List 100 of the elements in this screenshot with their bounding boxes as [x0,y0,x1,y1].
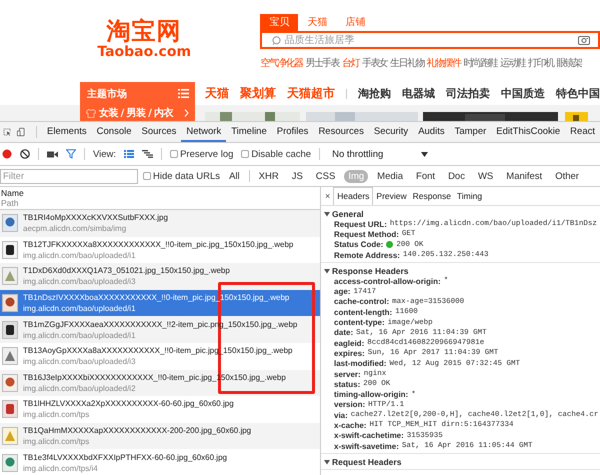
column-header[interactable]: Path [1,198,320,208]
request-row[interactable]: TB1lHHZLVXXXXa2XpXXXXXXXXXX-60-60.jpg_60x60.jpg img.alicdn.com/tps [0,396,320,423]
search-tab[interactable]: 店铺 [336,14,374,31]
devtools-tab[interactable]: Resources [313,122,369,142]
header-name: x-swift-savetime: [334,442,399,451]
search-tab[interactable]: 天猫 [298,14,336,31]
nav-link[interactable]: 淘抢购 [358,86,391,101]
devtools-tab[interactable]: Timeline [226,122,272,142]
logo-title: 淘宝网 [106,18,182,44]
request-path: img.alicdn.com/bao/uploaded/i3 [23,276,137,288]
nav-link[interactable]: 中国质造 [501,86,545,101]
request-row[interactable]: TB1RI4oMpXXXXcKXVXXSutbFXXX.jpg aecpm.alicdn.com/simba/img [0,210,320,237]
section-title[interactable]: General [332,208,364,218]
detail-tab[interactable]: Response [410,188,454,204]
throttling-dropdown[interactable]: No throttling [328,148,432,160]
logo-domain: Taobao.com [97,44,192,60]
column-header[interactable]: Name [1,188,320,198]
header-name: server: [334,370,361,378]
hot-search-link[interactable]: 生日礼物 [390,58,424,70]
clear-icon[interactable] [20,149,30,159]
header-name: x-cache: [334,420,366,430]
header-name: Request Method: [334,230,399,239]
detail-tab[interactable]: Preview [373,188,410,204]
type-filter-button[interactable]: Font [412,170,440,182]
disable-cache-checkbox[interactable]: Disable cache [241,148,312,160]
type-filter-button[interactable]: Other [551,170,583,182]
shirt-icon [86,108,96,118]
header-name: via: [334,410,348,420]
request-row[interactable]: TB1QaHmMXXXXXapXXXXXXXXXXXX-200-200.jpg_60x60.jpg img.alicdn.com/tps [0,422,320,450]
list-view-icon[interactable] [124,150,134,158]
devtools-tab[interactable]: EditThisCookie [491,122,566,142]
hot-search-link[interactable]: 男士手表 [305,58,340,70]
section-title[interactable]: Request Headers [332,456,402,467]
request-path: img.alicdn.com/bao/uploaded/i1 [23,250,137,261]
triangle-icon[interactable] [324,268,330,274]
type-filter-button[interactable]: All [225,170,244,182]
type-filter-button[interactable]: Manifest [502,170,546,182]
request-row[interactable]: T1DxD6Xd0dXXXQ1A73_051021.jpg_150x150.jpg_.webp img.alicdn.com/bao/uploaded/i3 [0,263,320,290]
menu-icon[interactable] [178,89,189,98]
section-title[interactable]: Response Headers [332,266,409,276]
devtools-tab[interactable]: React [565,122,600,142]
hot-search-link[interactable]: 打印机 [528,58,554,70]
chevron-right-icon [184,109,189,117]
request-row[interactable]: TB12TJFKXXXXXa8XXXXXXXXXXXX_!!0-item_pic.jpg_150x150.jpg_.webp img.alicdn.com/bao/uploaded/i1 [0,236,320,264]
header-name: last-modified: [334,359,386,368]
header-name: Status Code: [334,240,384,250]
inspect-icon[interactable] [3,126,12,138]
hot-search-link[interactable]: 手表女 [362,58,388,70]
nav-link[interactable]: 司法拍卖 [446,86,490,101]
hot-search-link[interactable]: 运动鞋 [500,58,526,70]
type-filter-button[interactable]: XHR [254,170,283,182]
request-path: img.alicdn.com/bao/uploaded/i1 [23,303,137,314]
header-name: date: [334,328,354,338]
triangle-icon[interactable] [324,458,330,465]
devtools-tab[interactable]: Sources [136,122,182,142]
preserve-log-checkbox[interactable]: Preserve log [170,148,234,160]
request-path: img.alicdn.com/bao/uploaded/i3 [23,356,137,368]
devtools-tab[interactable]: Console [92,122,136,142]
filter-field[interactable]: Filter [0,168,138,184]
hot-search-link[interactable]: 台灯 [342,58,359,70]
header-name: eagleid: [334,338,364,348]
type-filter-button[interactable]: WS [474,170,498,182]
camera-icon[interactable] [578,35,590,45]
type-filter-button[interactable]: JS [288,170,307,182]
search-input[interactable]: 品质生活旅居季 [284,34,575,46]
request-row[interactable]: TB1e3f4LVXXXXbdXFXXIpPTHFXX-60-60.jpg_60x60.jpg img.alicdn.com/tps/i4 [0,449,320,475]
header-name: version: [334,400,366,410]
video-camera-icon[interactable] [47,150,58,158]
nav-link[interactable]: 特色中国 [556,86,600,101]
devtools-tab[interactable]: Audits [413,122,450,142]
triangle-icon[interactable] [324,210,330,216]
type-filter-button[interactable]: Doc [444,170,469,182]
nav-link[interactable]: 电器城 [402,86,435,101]
filter-icon[interactable] [66,149,76,159]
devtools-tab[interactable]: Elements [42,122,92,142]
devtools-tab[interactable]: Network [181,122,226,142]
hot-search-link[interactable]: 眼镜架 [556,58,582,70]
detail-tab[interactable]: Headers [333,187,374,205]
type-filter-button[interactable]: CSS [312,170,340,182]
request-name: TB1lHHZLVXXXXa2XpXXXXXXXXXX-60-60.jpg_60x60.jpg [23,398,234,410]
header-name: timing-allow-origin: [334,390,408,400]
request-path: img.alicdn.com/bao/uploaded/i2 [23,382,137,394]
search-field[interactable]: 品质生活旅居季 [260,31,600,49]
device-icon[interactable] [17,126,26,138]
close-button[interactable]: × [325,191,330,201]
devtools-tab[interactable]: Profiles [272,122,314,142]
hide-data-urls-checkbox[interactable]: Hide data URLs [143,170,220,182]
caret-icon [421,152,428,156]
type-filter-button[interactable]: Media [373,170,408,182]
detail-tab[interactable]: Timing [454,188,486,204]
devtools-tab[interactable]: Security [368,122,414,142]
header-name: status: [334,380,360,389]
header-name: content-length: [334,308,392,317]
request-path: img.alicdn.com/tps/i4 [23,462,99,474]
devtools-tab[interactable]: Tamper [450,122,492,142]
view-label: View: [93,148,116,160]
waterfall-icon[interactable] [142,150,154,158]
search-icon [272,36,282,44]
record-icon[interactable] [2,149,12,159]
hot-search-link[interactable]: 时尚跑鞋 [463,58,497,70]
